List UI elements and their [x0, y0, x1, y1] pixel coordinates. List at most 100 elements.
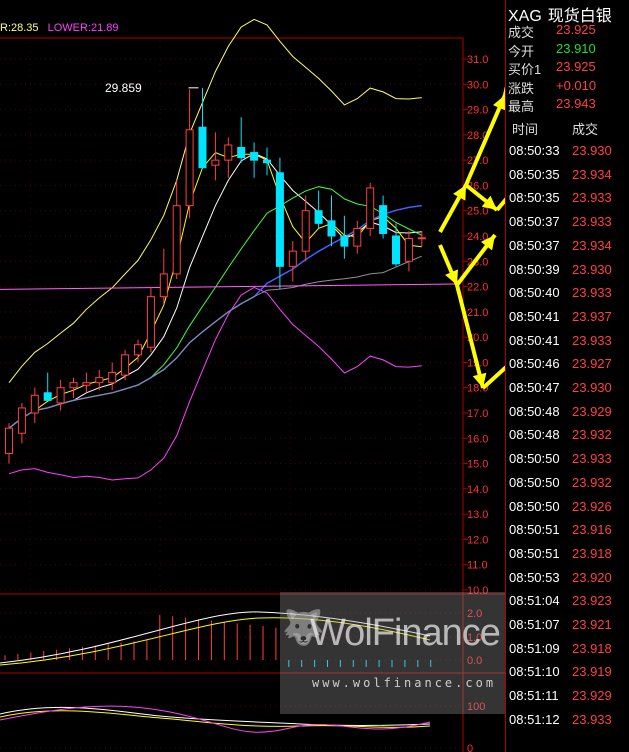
tick-price: 23.934: [572, 237, 612, 253]
upper-band-label: R:28.35: [0, 22, 39, 34]
candle-body: [237, 147, 246, 159]
candle-body: [56, 387, 65, 404]
tick-price: 23.930: [572, 261, 612, 277]
tick-time: 08:50:39: [509, 261, 560, 277]
tick-row: 08:50:50 23.932: [506, 475, 629, 498]
candle-body: [353, 227, 362, 247]
candle-body: [250, 152, 259, 161]
tick-price: 23.930: [572, 380, 612, 395]
upper-band-line: [8, 18, 422, 384]
tick-row: 08:50:37 23.934: [506, 238, 629, 261]
candle-body: [288, 250, 297, 267]
candle-body: [417, 237, 426, 240]
candle-body: [392, 235, 400, 265]
tick-row: 08:50:53 23.920: [506, 570, 629, 593]
tick-price: 23.916: [572, 522, 612, 538]
tick-price: 23.927: [572, 356, 612, 372]
quote-row-label: 涨跌: [508, 80, 535, 96]
tick-header-time: 时间: [512, 122, 539, 137]
tick-time: 08:50:37: [509, 237, 560, 253]
quote-row: 涨跌 +0.010: [506, 78, 629, 97]
candle-body: [5, 427, 13, 454]
tick-header-price: 成交: [572, 122, 599, 137]
tick-price: 23.919: [572, 664, 612, 680]
candle-body: [159, 273, 168, 298]
tick-row: 08:50:46 23.927: [506, 356, 629, 379]
tick-price: 23.921: [572, 617, 612, 632]
tick-row: 08:51:09 23.918: [506, 641, 629, 664]
high-marker-label: 29.859: [105, 81, 142, 95]
axis-tick-label: 31.0: [467, 54, 488, 66]
candle-body: [185, 129, 194, 207]
candle-body: [275, 172, 284, 267]
quote-row: 今开 23.910: [506, 41, 629, 60]
tick-price: 23.918: [572, 545, 612, 561]
tick-price: 23.933: [572, 451, 612, 467]
tick-price: 23.934: [572, 166, 612, 182]
axis-tick-label: 16.0: [467, 433, 488, 445]
quote-row: 买价1 23.925: [506, 59, 629, 78]
tick-time: 08:50:40: [509, 285, 560, 301]
tick-time: 08:50:37: [509, 214, 560, 230]
tick-time: 08:51:09: [509, 640, 560, 656]
axis-tick-label: 25.0: [467, 206, 488, 218]
axis-tick-label: 21.0: [467, 307, 488, 319]
lower-band-label: LOWER:21.89: [47, 22, 119, 34]
candle-body: [30, 394, 39, 414]
quote-row-value: 23.925: [556, 22, 596, 37]
tick-time: 08:50:46: [509, 356, 560, 372]
candle-body: [82, 382, 91, 386]
tick-time: 08:51:10: [509, 664, 560, 680]
arrow-to-tick: [495, 197, 505, 212]
watermark-url: www.wolfinance.com: [312, 676, 497, 690]
tick-time: 08:50:33: [509, 143, 560, 158]
tick-time: 08:50:41: [509, 332, 560, 348]
tick-time: 08:50:53: [509, 569, 560, 585]
tick-price: 23.933: [572, 190, 612, 206]
trading-terminal: 31.030.029.028.027.026.025.024.023.022.0…: [0, 0, 629, 752]
tick-price: 23.933: [572, 711, 612, 727]
axis-tick-label: 17.0: [467, 408, 488, 420]
axis-tick-label: 22.0: [467, 282, 488, 294]
tick-price: 23.933: [572, 285, 612, 301]
ma-xlong-line: [8, 255, 422, 429]
tick-price: 23.930: [572, 143, 612, 158]
tick-time: 08:50:41: [509, 308, 560, 324]
ma-mid-line: [8, 186, 423, 429]
tick-price: 23.923: [572, 593, 612, 609]
candle-body: [146, 296, 155, 348]
tick-price: 23.918: [572, 640, 612, 656]
tick-time: 08:50:48: [509, 427, 560, 443]
tick-row: 08:50:40 23.933: [506, 285, 629, 308]
candle-body: [43, 392, 52, 401]
candle-body: [172, 205, 181, 275]
tick-row: 08:51:07 23.921: [506, 617, 629, 640]
candle-body: [263, 159, 271, 164]
candle-body: [340, 235, 349, 247]
tick-price: 23.933: [572, 214, 612, 230]
quote-row-value: 23.910: [556, 40, 596, 56]
tick-header: 时间 成交: [506, 117, 629, 139]
indicator-legend: R:28.35 LOWER:21.89: [0, 22, 119, 34]
tick-row: 08:50:51 23.918: [506, 546, 629, 569]
tick-row: 08:50:48 23.929: [506, 404, 629, 427]
tick-time: 08:51:12: [509, 711, 560, 727]
tick-row: 08:51:04 23.923: [506, 593, 629, 616]
tick-row: 08:50:35 23.933: [506, 190, 629, 213]
tick-row: 08:50:47 23.930: [506, 380, 629, 403]
quote-row: 成交 23.925: [506, 22, 629, 41]
watermark: 🐺 WolFinance www.wolfinance.com: [280, 592, 505, 714]
tick-row: 08:50:50 23.933: [506, 451, 629, 474]
quote-row-value: 23.925: [556, 59, 596, 74]
candle-body: [17, 407, 26, 434]
candle-body: [366, 187, 375, 229]
quote-row-label: 最高: [508, 99, 535, 114]
tick-row: 08:50:33 23.930: [506, 143, 629, 166]
tick-row: 08:50:51 23.916: [506, 522, 629, 545]
candle-body: [314, 210, 323, 224]
tick-time: 08:51:07: [509, 617, 560, 632]
tick-row: 08:50:41 23.937: [506, 309, 629, 332]
tick-row: 08:50:48 23.932: [506, 427, 629, 450]
axis-tick-label: 30.0: [467, 79, 488, 91]
axis-tick-label: 15.0: [467, 459, 488, 471]
